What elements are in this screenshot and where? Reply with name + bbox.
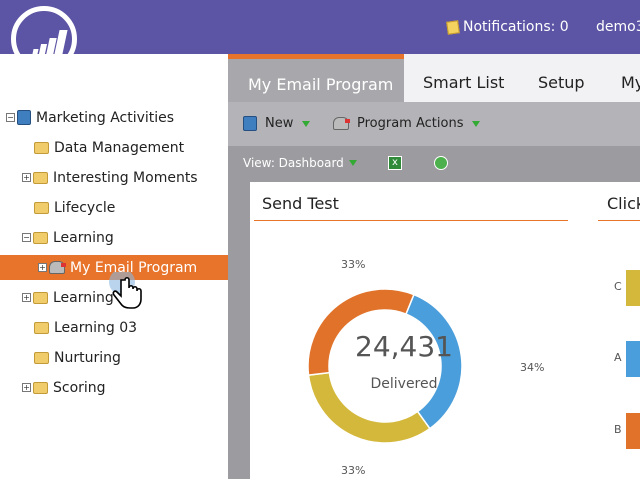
tree-item[interactable]: − Marketing Activities	[6, 105, 234, 130]
folder-icon	[33, 171, 48, 184]
folder-icon	[34, 141, 49, 154]
program-book-icon	[17, 110, 31, 125]
delivered-count: 24,431	[355, 330, 453, 363]
excel-export-icon[interactable]: x	[388, 156, 402, 170]
tree-item-label: Marketing Activities	[36, 109, 175, 126]
tree-sidebar: − Marketing Activities Data Management + Int…	[0, 54, 228, 479]
bar-a	[626, 341, 640, 377]
mailbox-icon	[49, 261, 66, 274]
bar-label: C	[614, 280, 622, 293]
mailbox-icon	[333, 117, 350, 130]
tree-item[interactable]: + Interesting Moments	[22, 165, 250, 190]
collapse-icon[interactable]: −	[22, 233, 31, 242]
hand-cursor-icon	[109, 272, 142, 309]
expand-icon[interactable]: +	[22, 383, 31, 392]
tab-smart-list[interactable]: Smart List	[423, 54, 504, 102]
new-label: New	[265, 116, 294, 131]
user-menu[interactable]: demo3	[596, 19, 640, 35]
expand-icon[interactable]: +	[22, 173, 31, 182]
notifications-label: Notifications: 0	[463, 19, 569, 35]
folder-icon	[34, 321, 49, 334]
folder-icon	[33, 291, 48, 304]
program-actions-label: Program Actions	[357, 116, 464, 131]
notifications-link[interactable]: Notifications: 0	[446, 19, 569, 35]
delivered-label: Delivered	[370, 376, 438, 392]
clicks-title: Click	[607, 194, 640, 213]
tree-item-label: Nurturing	[54, 349, 121, 366]
folder-icon	[33, 231, 48, 244]
refresh-icon[interactable]	[434, 156, 448, 170]
folder-icon	[34, 201, 49, 214]
bar-label: B	[614, 423, 622, 436]
notepad-icon	[446, 19, 460, 35]
program-actions-button[interactable]: Program Actions	[333, 116, 481, 131]
slice-label: 33%	[341, 464, 366, 477]
tab-my[interactable]: My	[621, 54, 640, 102]
tree-item[interactable]: + Scoring	[22, 375, 250, 400]
dropdown-arrow-icon	[348, 160, 357, 166]
dropdown-arrow-icon	[302, 120, 311, 127]
expand-icon[interactable]: +	[22, 293, 31, 302]
bar-label: A	[614, 351, 622, 364]
toolbar: New Program Actions	[228, 102, 640, 146]
folder-icon	[34, 351, 49, 364]
tree-item-label: Learning 03	[54, 319, 138, 336]
tab-my-email-program[interactable]: My Email Program	[228, 54, 404, 102]
view-bar: View: Dashboard x	[228, 146, 640, 180]
tab-bar: My Email Program Smart List Setup My	[228, 54, 640, 102]
new-button[interactable]: New	[243, 116, 311, 131]
tree-item-label: Learning	[53, 229, 114, 246]
view-label: View: Dashboard	[243, 156, 344, 170]
tree-item-label: Lifecycle	[54, 199, 116, 216]
bar-c	[626, 270, 640, 306]
tree-item-label: Interesting Moments	[53, 169, 198, 186]
view-dashboard-dropdown[interactable]: View: Dashboard	[243, 156, 357, 170]
folder-icon	[33, 381, 48, 394]
slice-label: 34%	[520, 361, 545, 374]
tree-item-label: Data Management	[54, 139, 185, 156]
tree-item-label: Learning	[53, 289, 114, 306]
tab-setup[interactable]: Setup	[538, 54, 585, 102]
top-bar: Notifications: 0 demo3	[0, 0, 640, 54]
slice-label: 33%	[341, 258, 366, 271]
dashboard-panel: Send Test Click 33% 34% 33% 24,431 Deliv…	[250, 182, 640, 479]
expand-icon[interactable]: +	[38, 263, 47, 272]
tree-item-label: Scoring	[53, 379, 106, 396]
tree-item[interactable]: − Learning	[22, 225, 250, 250]
bar-b	[626, 413, 640, 449]
program-book-icon	[243, 116, 257, 131]
dropdown-arrow-icon	[472, 120, 481, 127]
main-area: My Email Program Smart List Setup My New…	[228, 54, 640, 479]
collapse-icon[interactable]: −	[6, 113, 15, 122]
